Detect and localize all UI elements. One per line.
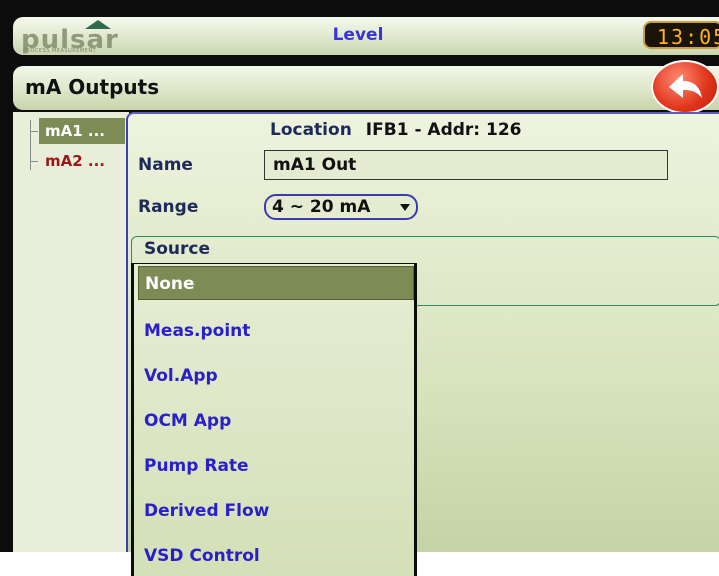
- source-option-pump-rate[interactable]: Pump Rate: [138, 449, 414, 483]
- location-value: IFB1 - Addr: 126: [365, 120, 522, 140]
- tree-item-ma1[interactable]: mA1 ...: [30, 118, 125, 144]
- source-option-vsd-control[interactable]: VSD Control: [138, 539, 414, 573]
- name-field[interactable]: mA1 Out: [264, 150, 668, 180]
- source-option-vol-app[interactable]: Vol.App: [138, 359, 414, 393]
- source-label: Source: [144, 239, 211, 259]
- page-title: mA Outputs: [25, 75, 160, 99]
- source-option-meas-point[interactable]: Meas.point: [138, 314, 414, 348]
- page-header: mA Outputs: [13, 60, 719, 114]
- source-option-ocm-app[interactable]: OCM App: [138, 404, 414, 438]
- tree-item-ma2[interactable]: mA2 ...: [30, 148, 111, 174]
- title-bar: pulsar PROCESS MEASUREMENT Level 13:05: [13, 17, 719, 55]
- tree-branch: [30, 131, 38, 132]
- range-label: Range: [138, 197, 199, 217]
- source-option-none[interactable]: None: [138, 266, 414, 300]
- source-option-derived-flow[interactable]: Derived Flow: [138, 494, 414, 528]
- clock-display: 13:05: [643, 21, 719, 49]
- tree-connector: [30, 120, 31, 170]
- range-select[interactable]: 4 ~ 20 mA: [264, 194, 418, 220]
- location-row: Location IFB1 - Addr: 126: [270, 120, 522, 140]
- back-arrow-icon: [669, 74, 702, 98]
- tree-item-label: mA2 ...: [45, 152, 105, 170]
- tree-item-label: mA1 ...: [45, 122, 105, 140]
- app-title: Level: [332, 25, 384, 45]
- range-value: 4 ~ 20 mA: [272, 197, 371, 217]
- dropdown-arrow-icon: [400, 204, 410, 211]
- tree-branch: [30, 161, 38, 162]
- source-dropdown-list: None Meas.point Vol.App OCM App Pump Rat…: [131, 263, 417, 576]
- logo-subtitle: PROCESS MEASUREMENT: [23, 48, 97, 54]
- name-label: Name: [138, 155, 193, 175]
- back-button[interactable]: [651, 60, 719, 114]
- location-label: Location: [270, 120, 352, 140]
- output-tree: mA1 ... mA2 ...: [13, 112, 129, 552]
